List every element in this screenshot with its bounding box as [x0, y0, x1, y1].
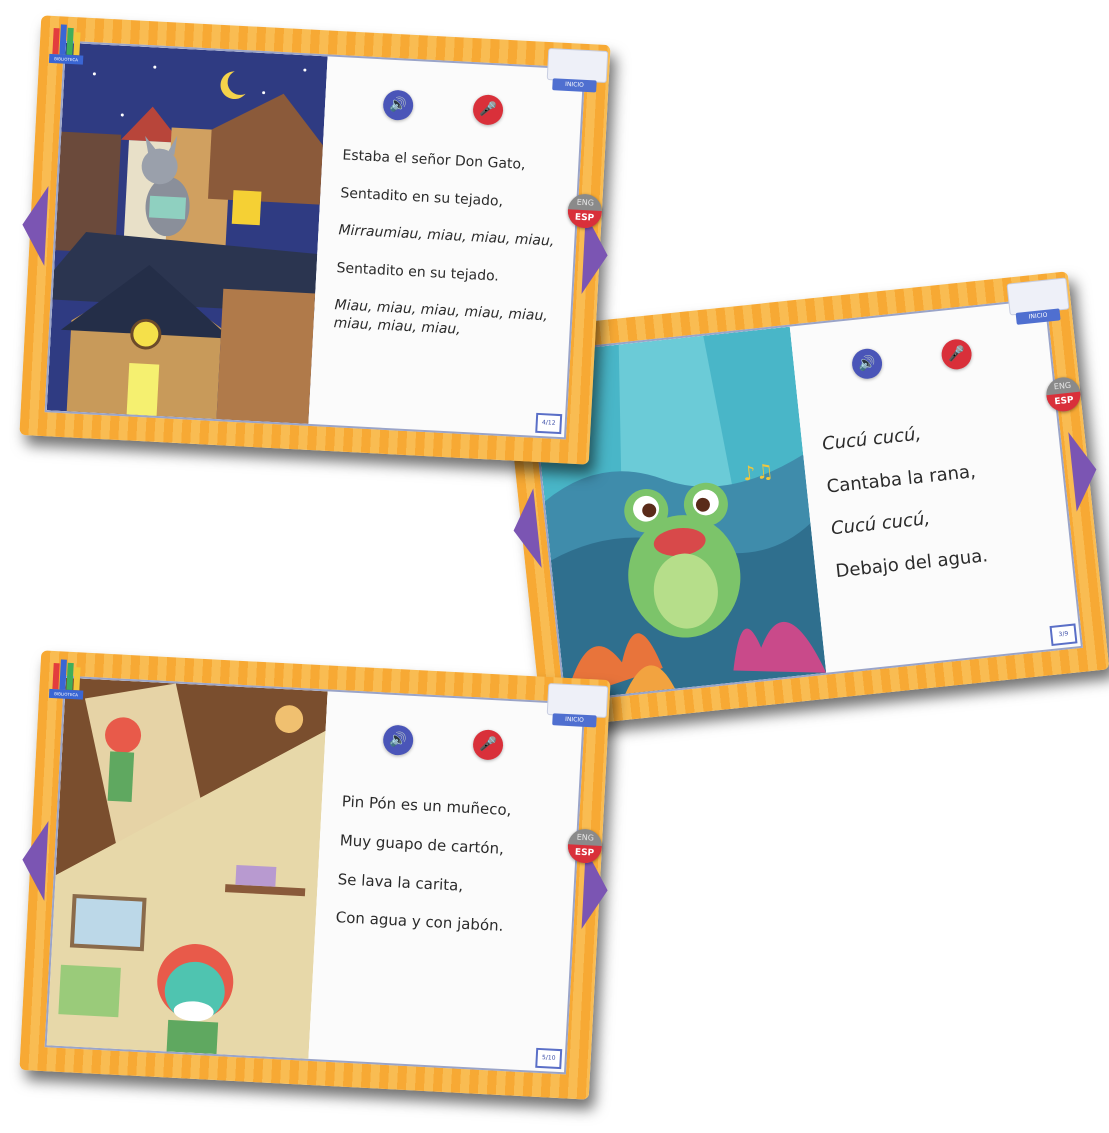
lyric-line: Cucú cucú,: [821, 423, 923, 455]
arrow-left-icon[interactable]: [20, 819, 49, 901]
song-card-gato: 🔊 🎤 Estaba el señor Don Gato, Sentadito …: [19, 15, 611, 465]
open-book-icon[interactable]: INICIO: [546, 47, 609, 97]
open-book-icon[interactable]: INICIO: [546, 682, 609, 732]
lyric-line: Pin Pón es un muñeco,: [341, 792, 512, 820]
lyric-line: Sentadito en su tejado.: [336, 259, 500, 285]
pinpon-illustration: [46, 677, 328, 1059]
language-toggle[interactable]: ENG ESP: [1044, 375, 1083, 414]
lyric-line: Cucú cucú,: [830, 508, 932, 540]
lang-eng: ENG: [576, 832, 595, 843]
svg-text:♪♫: ♪♫: [742, 460, 775, 486]
card-inner: ♪♫ 🔊 🎤 Cucú cucú, Cantaba la rana, Cucú …: [527, 297, 1083, 703]
page-counter: 5/10: [535, 1047, 563, 1070]
language-toggle[interactable]: ENG ESP: [567, 193, 603, 229]
lyric-line: Con agua y con jabón.: [335, 908, 504, 936]
page-counter: 4/12: [535, 412, 563, 435]
card-inner: 🔊 🎤 Estaba el señor Don Gato, Sentadito …: [44, 40, 586, 440]
home-label: INICIO: [552, 713, 597, 728]
home-label: INICIO: [552, 78, 597, 93]
page-counter: 3/9: [1049, 623, 1078, 647]
logo-label: BIBLIOTECA: [48, 53, 84, 65]
lyrics-panel: 🔊 🎤 Estaba el señor Don Gato, Sentadito …: [308, 56, 583, 437]
lang-esp: ESP: [567, 209, 602, 229]
lang-esp: ESP: [1046, 391, 1083, 414]
lyric-line: Muy guapo de cartón,: [339, 831, 505, 858]
speaker-icon[interactable]: 🔊: [382, 724, 414, 756]
lyric-line: Estaba el señor Don Gato,: [342, 147, 526, 173]
language-toggle[interactable]: ENG ESP: [567, 828, 603, 864]
lyrics-panel: 🔊 🎤 Cucú cucú, Cantaba la rana, Cucú cuc…: [790, 300, 1081, 673]
lang-esp: ESP: [567, 844, 602, 864]
lyric-line: Cantaba la rana,: [825, 460, 977, 498]
card-inner: 🔊 🎤 Pin Pón es un muñeco, Muy guapo de c…: [44, 675, 586, 1075]
microphone-icon[interactable]: 🎤: [472, 94, 504, 126]
lyric-line: Mirraumiau, miau, miau, miau,: [338, 222, 555, 250]
lyric-line: Miau, miau, miau, miau, miau, miau, miau…: [333, 297, 549, 338]
open-book-icon[interactable]: INICIO: [1006, 277, 1070, 330]
lang-eng: ENG: [576, 197, 595, 208]
gato-illustration: [46, 42, 328, 424]
arrow-right-icon[interactable]: [1068, 429, 1101, 512]
speaker-icon[interactable]: 🔊: [850, 347, 884, 381]
microphone-icon[interactable]: 🎤: [472, 729, 504, 761]
arrow-left-icon[interactable]: [20, 184, 49, 266]
song-card-pinpon: 🔊 🎤 Pin Pón es un muñeco, Muy guapo de c…: [19, 650, 611, 1100]
arrow-left-icon[interactable]: [509, 488, 542, 571]
microphone-icon[interactable]: 🎤: [940, 337, 974, 371]
speaker-icon[interactable]: 🔊: [382, 89, 414, 121]
biblioteca-logo[interactable]: BIBLIOTECA: [48, 22, 85, 66]
lyric-line: Sentadito en su tejado,: [340, 184, 504, 210]
lyric-line: Debajo del agua.: [834, 544, 989, 582]
logo-label: BIBLIOTECA: [48, 688, 84, 700]
lyric-line: Se lava la carita,: [337, 869, 464, 895]
biblioteca-logo[interactable]: BIBLIOTECA: [48, 657, 85, 701]
lyrics-panel: 🔊 🎤 Pin Pón es un muñeco, Muy guapo de c…: [308, 691, 583, 1072]
